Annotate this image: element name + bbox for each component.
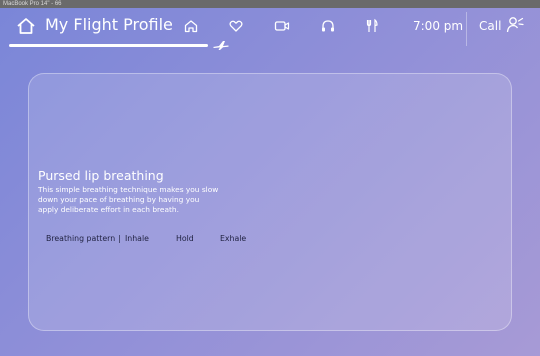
pattern-separator: | bbox=[118, 234, 121, 243]
card-title: Pursed lip breathing bbox=[38, 168, 164, 183]
step-hold: Hold bbox=[176, 234, 194, 243]
airplane-icon bbox=[213, 41, 229, 50]
card-description: This simple breathing technique makes yo… bbox=[38, 185, 219, 214]
heart-icon[interactable] bbox=[228, 18, 244, 34]
flight-progress-bar bbox=[9, 44, 208, 47]
breathing-card: Pursed lip breathing This simple breathi… bbox=[28, 73, 512, 331]
header-divider bbox=[466, 12, 467, 46]
clock-time: 7:00 pm bbox=[413, 19, 464, 33]
headphones-icon[interactable] bbox=[320, 18, 336, 34]
home-icon[interactable] bbox=[183, 18, 199, 34]
call-button-label[interactable]: Call bbox=[479, 19, 501, 33]
page-title: My Flight Profile bbox=[45, 15, 173, 34]
dining-icon[interactable] bbox=[364, 18, 380, 34]
step-inhale: Inhale bbox=[125, 234, 149, 243]
breathing-pattern-label: Breathing pattern bbox=[46, 234, 116, 243]
call-attendant-icon[interactable] bbox=[506, 16, 524, 34]
step-exhale: Exhale bbox=[220, 234, 247, 243]
top-bar: My Flight Profile 7:00 pm Call bbox=[0, 8, 540, 50]
device-frame-label: MacBook Pro 14" - 66 bbox=[0, 0, 540, 8]
home-outline-icon[interactable] bbox=[16, 17, 36, 35]
video-icon[interactable] bbox=[274, 18, 290, 34]
